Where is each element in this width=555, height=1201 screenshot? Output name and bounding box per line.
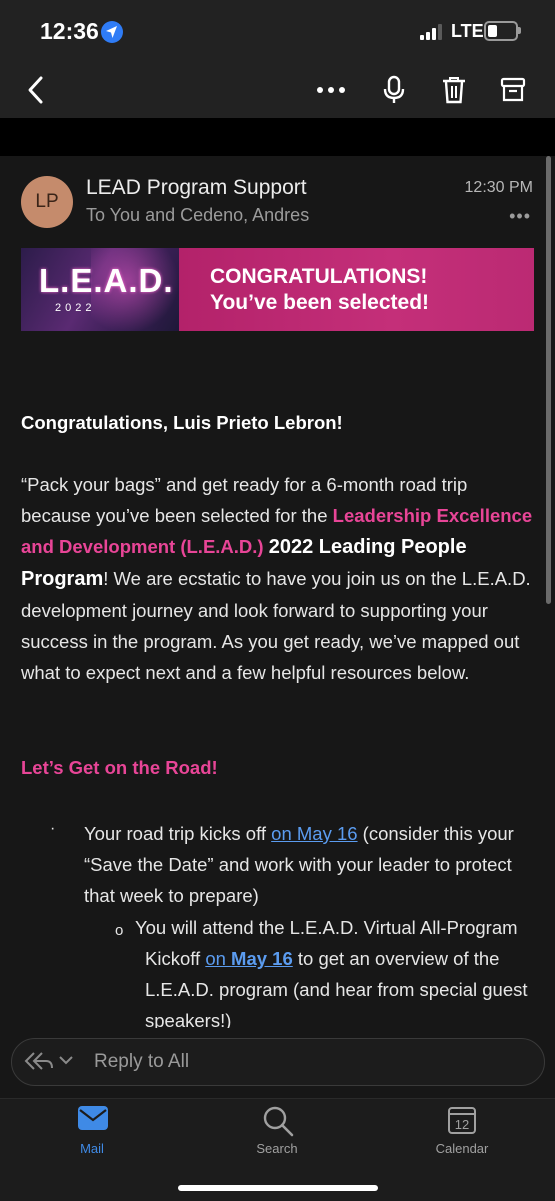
- status-bar: 12:36 LTE: [0, 0, 555, 60]
- date-link[interactable]: on May 16: [271, 823, 357, 844]
- location-arrow-icon: [101, 21, 123, 43]
- microphone-icon: [383, 75, 405, 103]
- trash-icon: [443, 77, 465, 104]
- status-time: 12:36: [40, 18, 99, 44]
- greeting: Congratulations, Luis Prieto Lebron!: [21, 412, 343, 433]
- lead-logo-year: 2022: [55, 302, 96, 314]
- kickoff-date-link-prefix[interactable]: on: [205, 948, 231, 969]
- banner-headline: CONGRATULATIONS!: [210, 265, 428, 288]
- network-label: LTE: [451, 21, 484, 41]
- tab-mail[interactable]: Mail: [37, 1105, 147, 1165]
- more-button[interactable]: [309, 68, 353, 112]
- reply-all-icon[interactable]: [24, 1050, 54, 1072]
- tab-search-label: Search: [256, 1141, 298, 1156]
- banner-message-panel: CONGRATULATIONS! You’ve been selected!: [179, 248, 534, 331]
- bullet-text-1: Your road trip kicks off: [84, 823, 272, 844]
- intro-paragraph: “Pack your bags” and get ready for a 6-m…: [21, 469, 537, 688]
- bullet-item: Your road trip kicks off on May 16 (cons…: [84, 818, 538, 911]
- email-time: 12:30 PM: [464, 179, 533, 196]
- reply-field[interactable]: Reply to All: [11, 1038, 545, 1086]
- home-indicator: [178, 1185, 378, 1191]
- reply-placeholder[interactable]: Reply to All: [94, 1051, 189, 1073]
- archive-icon: [500, 77, 526, 102]
- bottom-nav: Mail Search 12 Calendar: [0, 1098, 555, 1201]
- avatar[interactable]: LP: [21, 176, 73, 228]
- archive-button[interactable]: [491, 68, 535, 112]
- battery-tip: [518, 27, 521, 34]
- kickoff-date-link[interactable]: May 16: [231, 948, 293, 969]
- banner-logo-panel: L.E.A.D. 2022: [21, 248, 179, 331]
- tab-calendar-label: Calendar: [435, 1141, 489, 1156]
- delete-button[interactable]: [432, 68, 476, 112]
- tab-search[interactable]: Search: [222, 1105, 332, 1165]
- chevron-left-icon: [28, 76, 43, 104]
- bullet-marker: ·: [50, 820, 56, 837]
- battery-icon: [484, 21, 518, 41]
- more-horizontal-icon: [317, 87, 345, 93]
- lead-logo: L.E.A.D.: [39, 262, 174, 299]
- mail-icon: [78, 1106, 108, 1130]
- back-button[interactable]: [14, 68, 58, 112]
- scrollbar[interactable]: [546, 156, 551, 604]
- calendar-icon: 12: [448, 1107, 476, 1134]
- chevron-down-icon[interactable]: [58, 1055, 74, 1065]
- dictate-button[interactable]: [372, 68, 416, 112]
- section-heading: Let’s Get on the Road!: [21, 757, 218, 778]
- calendar-day: 12: [455, 1117, 469, 1132]
- message-more-button[interactable]: •••: [509, 206, 531, 227]
- tab-calendar[interactable]: 12 Calendar: [407, 1105, 517, 1165]
- header-separator: [0, 118, 555, 156]
- cellular-signal-icon: [420, 24, 442, 40]
- email-content[interactable]: LP LEAD Program Support To You and Ceden…: [0, 156, 555, 1028]
- sub-bullet-item: You will attend the L.E.A.D. Virtual All…: [135, 912, 545, 1028]
- congratulations-banner: L.E.A.D. 2022 CONGRATULATIONS! You’ve be…: [21, 248, 534, 331]
- recipients[interactable]: To You and Cedeno, Andres: [86, 205, 309, 226]
- sub-bullet-marker: o: [115, 922, 124, 939]
- toolbar: [0, 60, 555, 118]
- tab-mail-label: Mail: [80, 1141, 104, 1156]
- reply-bar: Reply to All: [0, 1028, 555, 1098]
- banner-subheadline: You’ve been selected!: [210, 291, 430, 314]
- search-icon: [263, 1106, 294, 1137]
- sender-name[interactable]: LEAD Program Support: [86, 176, 307, 200]
